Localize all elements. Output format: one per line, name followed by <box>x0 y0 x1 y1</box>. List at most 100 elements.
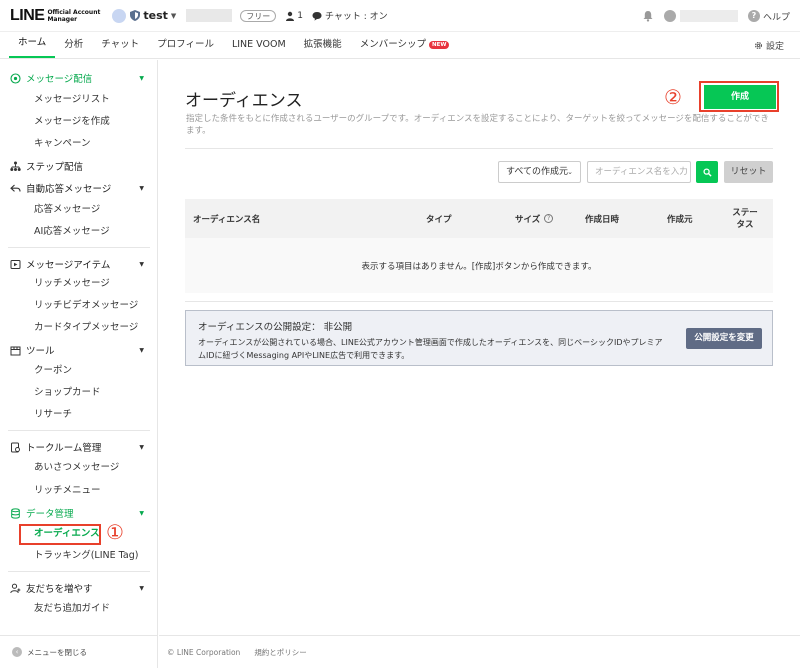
annotation-number-2: ② <box>664 85 682 109</box>
line-oa-logo[interactable]: LINE Official Account Manager <box>10 7 100 25</box>
search-button[interactable] <box>696 161 718 183</box>
logo-text: LINE <box>10 6 45 24</box>
sidebar-section-data[interactable]: データ管理 ▼ <box>0 505 158 521</box>
sidebar-item-rich-video[interactable]: リッチビデオメッセージ <box>34 298 138 314</box>
column-header-created-at[interactable]: 作成日時 <box>585 199 619 238</box>
annotation-box-create <box>699 81 779 112</box>
reply-icon <box>10 184 21 192</box>
sidebar-item-rich-menu[interactable]: リッチメニュー <box>34 483 101 499</box>
chevron-down-icon: ▼ <box>139 509 144 517</box>
top-bar: LINE Official Account Manager test ▼ フリー … <box>0 0 800 32</box>
sidebar-item-create-message[interactable]: メッセージを作成 <box>34 114 110 130</box>
annotation-box-audience <box>19 524 101 545</box>
divider <box>185 301 773 302</box>
sidebar-item-ai-reply[interactable]: AI応答メッセージ <box>34 224 110 240</box>
sidebar-item-shop-card[interactable]: ショップカード <box>34 385 101 401</box>
person-icon <box>286 11 295 21</box>
sidebar-divider <box>8 571 150 572</box>
change-public-setting-button[interactable]: 公開設定を変更 <box>686 328 762 349</box>
new-badge: NEW <box>429 41 450 49</box>
tab-extensions[interactable]: 拡張機能 <box>295 31 351 58</box>
add-friend-icon <box>10 583 21 593</box>
logo-subtitle: Official Account Manager <box>47 8 101 23</box>
gear-icon <box>754 41 762 50</box>
plan-badge: フリー <box>240 9 277 22</box>
sidebar-divider <box>8 247 150 248</box>
settings-link[interactable]: 設定 <box>754 32 784 59</box>
public-setting-description: オーディエンスが公開されている場合、LINE公式アカウント管理画面で作成したオー… <box>198 338 663 360</box>
sidebar-section-message[interactable]: メッセージ配信 ▼ <box>0 70 158 86</box>
sidebar-section-tools[interactable]: ツール ▼ <box>0 342 158 358</box>
column-header-status[interactable]: ステータス <box>730 199 760 238</box>
audience-table: オーディエンス名 タイプ サイズ ? 作成日時 作成元 ステータス 表示する項目… <box>185 199 773 293</box>
sidebar-item-greeting[interactable]: あいさつメッセージ <box>34 460 119 476</box>
sidebar-item-campaign[interactable]: キャンペーン <box>34 136 91 152</box>
chevron-down-icon: ▼ <box>139 346 144 354</box>
message-item-icon <box>10 259 21 269</box>
redacted-user-name <box>679 10 738 22</box>
account-avatar <box>112 8 127 23</box>
friends-count: 1 <box>285 11 303 21</box>
terms-link[interactable]: 規約とポリシー <box>254 647 307 658</box>
annotation-number-1: ① <box>106 520 124 544</box>
info-icon[interactable]: ? <box>544 214 554 223</box>
sidebar-item-reply-message[interactable]: 応答メッセージ <box>34 202 100 218</box>
chevron-left-icon: ‹ <box>12 647 22 657</box>
sidebar-divider <box>8 430 150 431</box>
tab-home[interactable]: ホーム <box>9 31 56 58</box>
main-nav: ホーム 分析 チャット プロフィール LINE VOOM 拡張機能 メンバーシッ… <box>0 32 800 59</box>
sidebar-section-talkroom[interactable]: トークルーム管理 ▼ <box>0 439 158 455</box>
sidebar-item-coupon[interactable]: クーポン <box>34 363 72 379</box>
help-icon[interactable]: ? <box>747 10 760 22</box>
tab-profile[interactable]: プロフィール <box>148 31 223 58</box>
sidebar-item-card-type[interactable]: カードタイプメッセージ <box>34 320 138 336</box>
creator-filter-select[interactable]: すべての作成元 ⌄ <box>498 161 581 183</box>
account-switcher[interactable]: test ▼ <box>112 8 177 23</box>
bell-icon[interactable] <box>642 10 654 22</box>
chevron-down-icon: ▼ <box>170 11 177 20</box>
broadcast-icon <box>10 72 21 84</box>
main-content: オーディエンス 指定した条件をもとに作成されるユーザーのグループです。オーディエ… <box>159 60 800 668</box>
tab-membership-label: メンバーシップ <box>359 39 426 50</box>
chat-status[interactable]: チャット : オン <box>312 9 388 22</box>
copyright: © LINE Corporation <box>167 647 241 657</box>
sidebar-item-friend-guide[interactable]: 友だち追加ガイド <box>34 601 110 617</box>
column-header-size[interactable]: サイズ ? <box>515 199 554 238</box>
user-avatar[interactable] <box>663 10 676 22</box>
database-icon <box>11 507 20 519</box>
sidebar: メッセージ配信 ▼ メッセージリスト メッセージを作成 キャンペーン ステップ配… <box>0 60 158 668</box>
table-header: オーディエンス名 タイプ サイズ ? 作成日時 作成元 ステータス <box>185 199 773 238</box>
sidebar-section-friends[interactable]: 友だちを増やす ▼ <box>0 580 158 596</box>
audience-search-input[interactable] <box>587 161 691 183</box>
tab-chat[interactable]: チャット <box>92 31 148 58</box>
sidebar-item-message-list[interactable]: メッセージリスト <box>34 92 110 108</box>
chevron-down-icon: ▼ <box>139 443 144 451</box>
page-title: オーディエンス <box>185 91 303 111</box>
sidebar-section-message-items[interactable]: メッセージアイテム ▼ <box>0 256 158 272</box>
help-link[interactable]: ヘルプ <box>763 10 790 23</box>
chevron-down-icon: ▼ <box>139 74 144 82</box>
close-menu-button[interactable]: ‹ メニューを閉じる <box>0 635 158 668</box>
tab-line-voom[interactable]: LINE VOOM <box>223 31 295 58</box>
page-description: 指定した条件をもとに作成されるユーザーのグループです。オーディエンスを設定するこ… <box>186 114 769 136</box>
column-header-creator[interactable]: 作成元 <box>667 199 693 238</box>
column-header-type[interactable]: タイプ <box>426 199 452 238</box>
search-icon <box>702 167 712 177</box>
tab-membership[interactable]: メンバーシップ NEW <box>351 31 459 58</box>
reset-button[interactable]: リセット <box>724 161 773 183</box>
chevron-down-icon: ▼ <box>139 260 144 268</box>
sidebar-item-step[interactable]: ステップ配信 <box>0 158 158 174</box>
public-setting-title: オーディエンスの公開設定： 非公開 <box>198 322 353 333</box>
tab-analytics[interactable]: 分析 <box>55 31 92 58</box>
redacted-id <box>186 9 233 22</box>
top-right-area: ? ヘルプ <box>642 0 790 32</box>
sidebar-item-tracking[interactable]: トラッキング(LINE Tag) <box>34 548 138 564</box>
column-header-name[interactable]: オーディエンス名 <box>193 199 260 238</box>
sidebar-item-research[interactable]: リサーチ <box>34 407 72 423</box>
shield-icon <box>130 10 141 21</box>
sidebar-item-rich-message[interactable]: リッチメッセージ <box>34 276 110 292</box>
tools-icon <box>10 346 21 355</box>
sidebar-section-auto-reply[interactable]: 自動応答メッセージ ▼ <box>0 180 158 196</box>
account-name: test <box>143 9 168 22</box>
chevron-down-icon: ▼ <box>139 184 144 192</box>
